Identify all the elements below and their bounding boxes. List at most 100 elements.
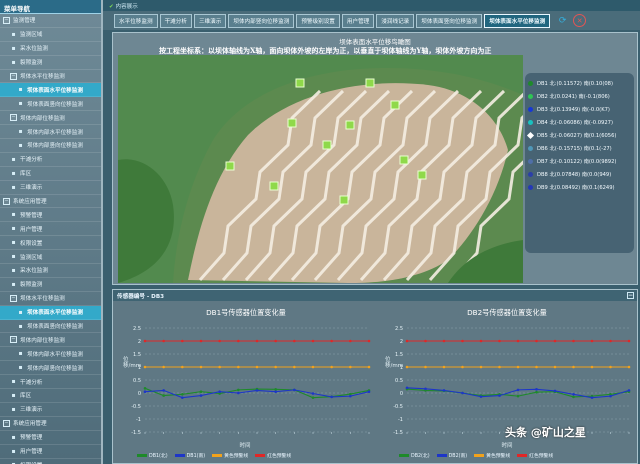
tab[interactable]: 预警级别设置 — [296, 13, 340, 28]
data-point[interactable] — [461, 339, 464, 343]
data-point[interactable] — [218, 339, 221, 343]
data-point[interactable] — [479, 365, 483, 369]
data-point[interactable] — [442, 389, 446, 392]
sidebar-item[interactable]: ▪权限设置 — [0, 459, 101, 464]
data-point[interactable] — [572, 395, 575, 399]
legend-item[interactable]: DB6 北(-0.15715) 南(0.1(-27) — [528, 142, 631, 155]
data-point[interactable] — [442, 365, 446, 369]
data-point[interactable] — [293, 365, 296, 369]
data-point[interactable] — [162, 365, 165, 369]
data-point[interactable] — [424, 365, 427, 369]
data-point[interactable] — [609, 339, 612, 343]
sidebar-item[interactable]: ▪ 坝体表面竖向位移监测 — [0, 320, 101, 334]
sidebar-item[interactable]: ▪ 采水位监测 — [0, 264, 101, 278]
sidebar-item[interactable]: ▪ 监测区域 — [0, 28, 101, 42]
sidebar-item[interactable]: ▪ 采水位监测 — [0, 42, 101, 56]
sidebar-item[interactable]: ▪ 预警管理 — [0, 431, 101, 445]
sidebar-item[interactable]: ▪ 坝体内部竖向位移监测 — [0, 361, 101, 376]
data-point[interactable] — [442, 339, 446, 343]
sensor-marker[interactable] — [269, 181, 279, 191]
data-point[interactable] — [424, 339, 427, 343]
data-point[interactable] — [255, 365, 259, 369]
data-point[interactable] — [405, 386, 409, 390]
data-point[interactable] — [255, 389, 259, 392]
sensor-marker[interactable] — [322, 140, 332, 150]
sidebar-item[interactable]: ▪ 裂隙监测 — [0, 56, 101, 70]
data-point[interactable] — [181, 339, 184, 343]
data-point[interactable] — [349, 339, 352, 343]
tab[interactable]: 干滩分析 — [159, 13, 192, 28]
sidebar-item[interactable]: ▪ 用户管理 — [0, 445, 101, 459]
sidebar-item[interactable]: ▪ 干滩分析 — [0, 153, 101, 167]
sensor-marker[interactable] — [390, 100, 400, 110]
sidebar-item[interactable]: − 坝体内部位移监测 — [0, 333, 101, 348]
data-point[interactable] — [143, 390, 147, 393]
data-point[interactable] — [516, 365, 520, 369]
tab[interactable]: 坝体表面水平位移监测 — [484, 13, 551, 28]
chart-legend-item[interactable]: 黄色预警线 — [474, 452, 510, 459]
sidebar-item[interactable]: ▪ 预警管理 — [0, 208, 101, 223]
legend-item[interactable]: DB2 北(0.0241) 南(-0.1(806) — [528, 90, 631, 103]
data-point[interactable] — [590, 339, 594, 343]
data-point[interactable] — [199, 390, 203, 393]
chart-legend-item[interactable]: 黄色预警线 — [212, 452, 248, 459]
tab[interactable]: 浸润线记录 — [376, 13, 415, 28]
data-point[interactable] — [553, 389, 557, 393]
data-point[interactable] — [255, 339, 259, 343]
sensor-marker[interactable] — [399, 155, 409, 165]
tab[interactable]: 坝体表面竖向位移监测 — [416, 13, 483, 28]
data-point[interactable] — [311, 339, 315, 343]
tab[interactable]: 用户管理 — [341, 13, 375, 28]
data-point[interactable] — [516, 339, 520, 343]
sidebar-item[interactable]: ▪ 库区 — [0, 167, 101, 181]
sidebar-item[interactable]: ▪ 监测区域 — [0, 250, 101, 265]
sidebar-item[interactable]: − 坝体水平位移监测 — [0, 70, 101, 84]
data-point[interactable] — [516, 388, 520, 392]
data-point[interactable] — [199, 365, 203, 369]
data-point[interactable] — [609, 394, 612, 398]
data-point[interactable] — [405, 365, 409, 369]
sidebar-item[interactable]: ▪ 干滩分析 — [0, 375, 101, 390]
tab[interactable]: 三维演示 — [193, 13, 227, 28]
data-point[interactable] — [143, 387, 147, 390]
sidebar-item[interactable]: − 系统应用管理 — [0, 417, 101, 431]
legend-item[interactable]: DB7 北(-0.10122) 南(0.0(9892) — [528, 155, 631, 168]
sensor-marker[interactable] — [345, 120, 355, 130]
data-point[interactable] — [311, 365, 315, 369]
chart-legend-item[interactable]: DB1(北) — [137, 452, 168, 459]
data-point[interactable] — [181, 396, 184, 399]
sensor-marker[interactable] — [339, 195, 349, 205]
data-point[interactable] — [349, 394, 352, 398]
data-point[interactable] — [609, 365, 612, 369]
data-point[interactable] — [199, 394, 203, 397]
collapse-icon[interactable]: − — [627, 292, 634, 299]
chart-legend-item[interactable]: DB1(南) — [174, 452, 205, 459]
data-point[interactable] — [627, 339, 631, 343]
sensor-marker[interactable] — [417, 170, 427, 180]
data-point[interactable] — [516, 394, 520, 398]
dam-aerial-map[interactable] — [118, 55, 523, 283]
chart-legend-item[interactable]: 红色预警线 — [255, 452, 291, 459]
sidebar-item[interactable]: ▪ 裂隙监测 — [0, 278, 101, 292]
data-point[interactable] — [367, 339, 371, 343]
data-point[interactable] — [330, 395, 333, 399]
data-point[interactable] — [218, 365, 221, 369]
data-point[interactable] — [405, 339, 409, 343]
data-point[interactable] — [237, 391, 240, 395]
data-point[interactable] — [162, 389, 165, 392]
sensor-marker[interactable] — [287, 118, 297, 128]
data-point[interactable] — [181, 393, 184, 396]
sidebar-item[interactable]: − 监测管理 — [0, 14, 101, 28]
data-point[interactable] — [293, 388, 296, 392]
sensor-marker[interactable] — [365, 78, 375, 88]
data-point[interactable] — [162, 339, 165, 343]
sidebar-item[interactable]: ▪ 坝体表面竖向位移监测 — [0, 97, 101, 112]
data-point[interactable] — [311, 396, 315, 399]
legend-item[interactable]: DB3 北(0.13949) 南(-0.0(K7) — [528, 103, 631, 116]
sidebar-item[interactable]: ▪权限设置 — [0, 236, 101, 251]
data-point[interactable] — [553, 339, 557, 343]
data-point[interactable] — [461, 391, 464, 395]
sidebar-item[interactable]: ▪ 坝体表面水平位移监测 — [0, 83, 101, 98]
data-point[interactable] — [274, 388, 277, 391]
tab[interactable]: 坝体内部竖向位移监测 — [228, 13, 295, 28]
